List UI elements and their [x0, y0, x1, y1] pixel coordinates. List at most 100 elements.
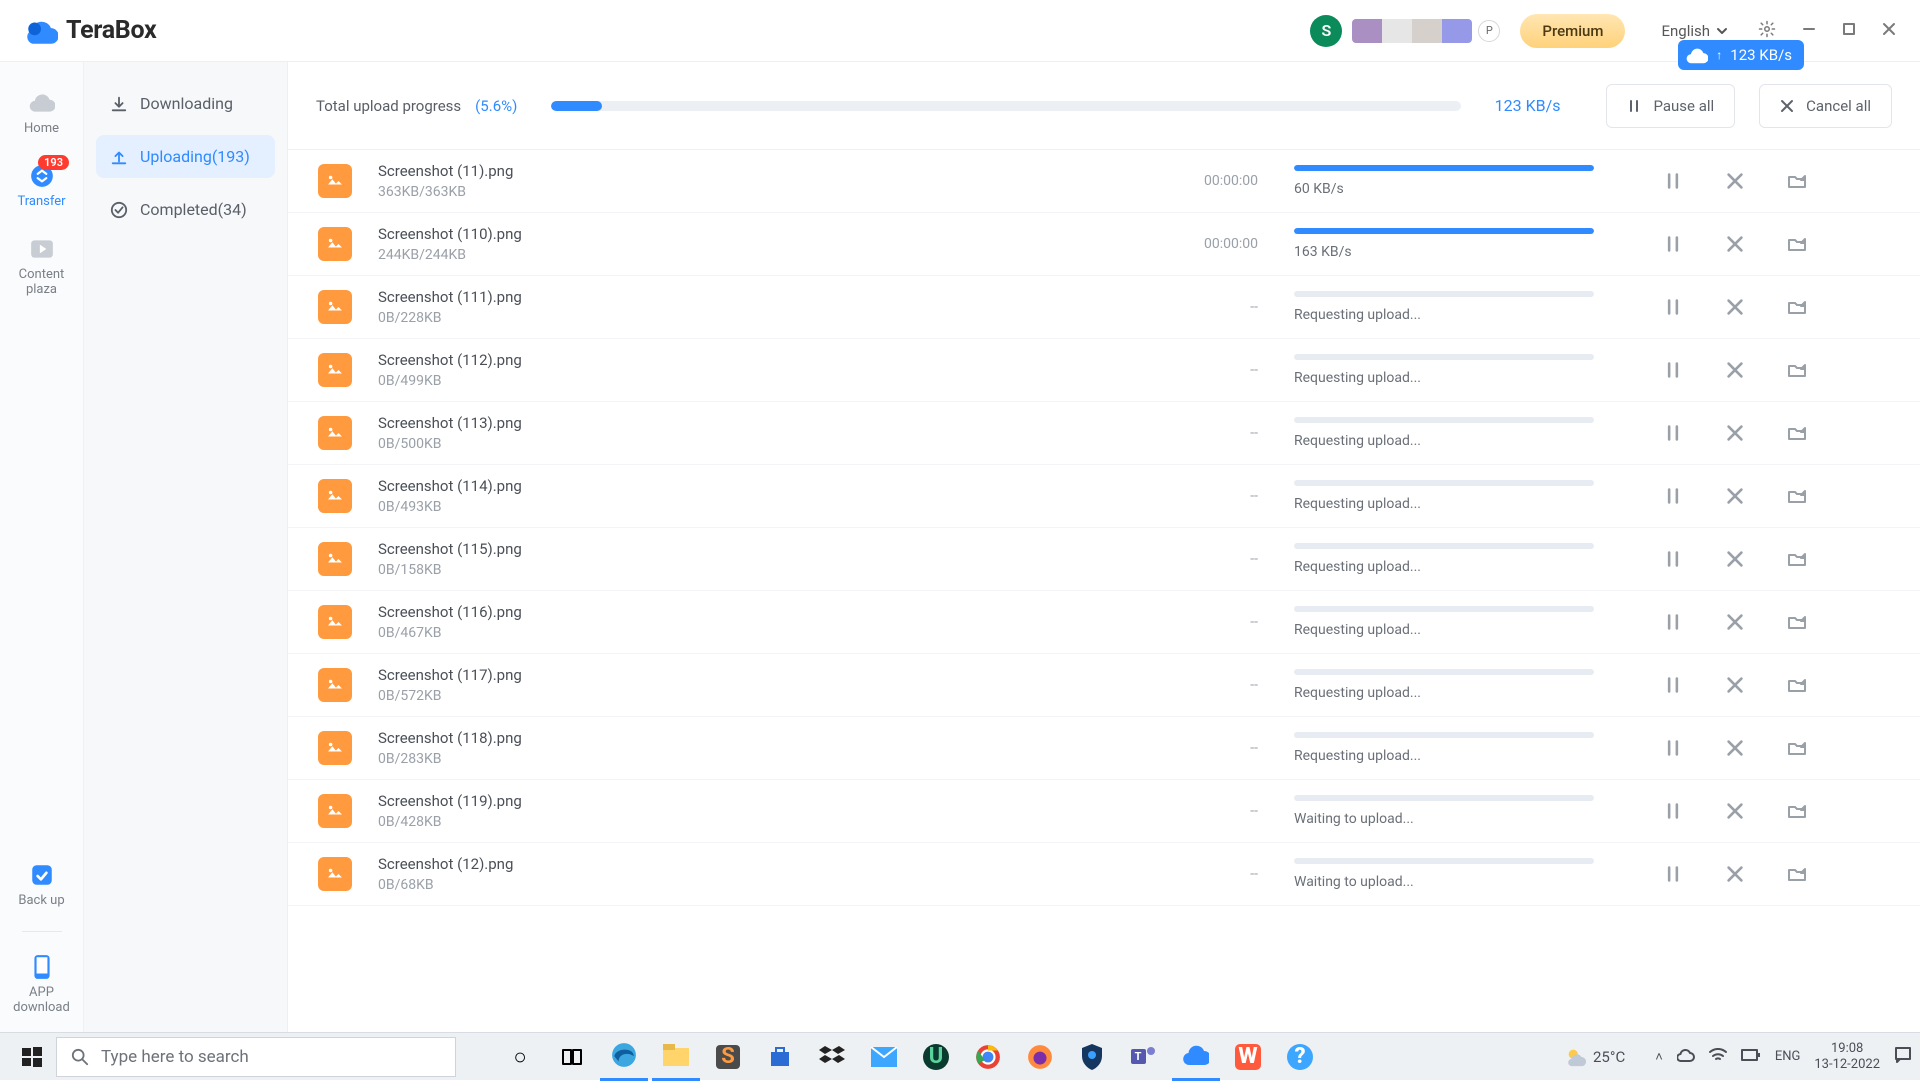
tb-dropbox[interactable]: [808, 1033, 856, 1081]
cancel-file-button[interactable]: [1726, 424, 1744, 442]
tb-firefox[interactable]: [1016, 1033, 1064, 1081]
cancel-file-button[interactable]: [1726, 361, 1744, 379]
pause-file-button[interactable]: [1664, 739, 1682, 757]
tb-app-u[interactable]: U: [912, 1033, 960, 1081]
tray-notifications[interactable]: [1894, 1046, 1912, 1068]
cancel-file-button[interactable]: [1726, 676, 1744, 694]
file-image-icon: [318, 290, 352, 324]
cancel-file-button[interactable]: [1726, 172, 1744, 190]
file-meta: Screenshot (112).png 0B/499KB: [378, 351, 1138, 389]
open-folder-button[interactable]: [1788, 235, 1806, 253]
tb-teams[interactable]: T: [1120, 1033, 1168, 1081]
file-progress: 60 KB/s: [1294, 165, 1594, 197]
transfer-sidebar: Downloading Uploading(193) Completed(34): [84, 62, 288, 1032]
tab-completed[interactable]: Completed(34): [96, 188, 275, 231]
cancel-file-button[interactable]: [1726, 550, 1744, 568]
tray-battery[interactable]: [1741, 1049, 1761, 1065]
tray-chevron[interactable]: ˄: [1655, 1049, 1663, 1065]
pause-all-button[interactable]: Pause all: [1606, 84, 1735, 128]
app-logo[interactable]: TeraBox: [24, 16, 156, 45]
start-button[interactable]: [8, 1033, 56, 1081]
tray-wifi[interactable]: [1709, 1048, 1727, 1066]
transfer-badge: 193: [38, 155, 69, 170]
pause-file-button[interactable]: [1664, 172, 1682, 190]
tb-cortana[interactable]: ○: [496, 1033, 544, 1081]
pause-file-button[interactable]: [1664, 235, 1682, 253]
premium-button[interactable]: Premium: [1520, 14, 1625, 48]
tab-downloading[interactable]: Downloading: [96, 82, 275, 125]
tray-clock[interactable]: 19:08 13-12-2022: [1814, 1041, 1880, 1072]
promo-banner[interactable]: [1352, 19, 1472, 43]
cancel-file-button[interactable]: [1726, 613, 1744, 631]
file-actions: [1664, 298, 1806, 316]
language-selector[interactable]: English: [1661, 22, 1728, 40]
taskbar-weather[interactable]: 25°C: [1565, 1046, 1625, 1068]
file-actions: [1664, 172, 1806, 190]
pause-file-button[interactable]: [1664, 487, 1682, 505]
file-eta: --: [1138, 614, 1258, 630]
open-folder-button[interactable]: [1788, 172, 1806, 190]
pause-file-button[interactable]: [1664, 424, 1682, 442]
cancel-file-button[interactable]: [1726, 739, 1744, 757]
cancel-file-button[interactable]: [1726, 487, 1744, 505]
minimize-button[interactable]: [1802, 22, 1816, 40]
rail-content-plaza[interactable]: Contentplaza: [0, 226, 83, 314]
tb-taskview[interactable]: [548, 1033, 596, 1081]
cancel-all-button[interactable]: Cancel all: [1759, 84, 1892, 128]
file-progress: Waiting to upload...: [1294, 795, 1594, 827]
cancel-file-button[interactable]: [1726, 865, 1744, 883]
p-badge[interactable]: P: [1478, 20, 1500, 42]
upload-header: Total upload progress (5.6%) 123 KB/s Pa…: [288, 62, 1920, 150]
cancel-file-button[interactable]: [1726, 235, 1744, 253]
maximize-button[interactable]: [1842, 22, 1856, 40]
rail-transfer[interactable]: 193 Transfer: [0, 153, 83, 226]
premium-label: Premium: [1542, 22, 1603, 40]
rail-home[interactable]: Home: [0, 80, 83, 153]
tb-chrome[interactable]: [964, 1033, 1012, 1081]
file-size: 0B/467KB: [378, 625, 1138, 641]
pause-file-button[interactable]: [1664, 865, 1682, 883]
tb-terabox[interactable]: [1172, 1033, 1220, 1081]
pause-file-button[interactable]: [1664, 676, 1682, 694]
pause-file-button[interactable]: [1664, 802, 1682, 820]
tab-uploading[interactable]: Uploading(193): [96, 135, 275, 178]
file-size: 0B/500KB: [378, 436, 1138, 452]
taskbar-search[interactable]: Type here to search: [56, 1037, 456, 1077]
pause-file-button[interactable]: [1664, 298, 1682, 316]
pause-file-button[interactable]: [1664, 613, 1682, 631]
tray-language[interactable]: ENG: [1775, 1049, 1801, 1064]
user-avatar[interactable]: S: [1310, 15, 1342, 47]
open-folder-button[interactable]: [1788, 613, 1806, 631]
tb-security[interactable]: [1068, 1033, 1116, 1081]
tb-help[interactable]: ?: [1276, 1033, 1324, 1081]
open-folder-button[interactable]: [1788, 802, 1806, 820]
pause-file-button[interactable]: [1664, 361, 1682, 379]
tb-store[interactable]: [756, 1033, 804, 1081]
file-name: Screenshot (110).png: [378, 225, 1138, 243]
rail-app-download[interactable]: APPdownload: [0, 944, 83, 1032]
tb-mail[interactable]: [860, 1033, 908, 1081]
open-folder-button[interactable]: [1788, 487, 1806, 505]
file-size: 0B/228KB: [378, 310, 1138, 326]
open-folder-button[interactable]: [1788, 361, 1806, 379]
tb-sublime[interactable]: S: [704, 1033, 752, 1081]
open-folder-button[interactable]: [1788, 550, 1806, 568]
settings-icon[interactable]: [1758, 20, 1776, 42]
open-folder-button[interactable]: [1788, 298, 1806, 316]
cloud-icon: [29, 90, 55, 116]
cancel-file-button[interactable]: [1726, 802, 1744, 820]
open-folder-button[interactable]: [1788, 739, 1806, 757]
upload-row: Screenshot (119).png 0B/428KB -- Waiting…: [288, 780, 1920, 843]
tb-edge[interactable]: [600, 1033, 648, 1081]
close-button[interactable]: [1882, 22, 1896, 40]
upload-rows[interactable]: Screenshot (11).png 363KB/363KB 00:00:00…: [288, 150, 1920, 1032]
open-folder-button[interactable]: [1788, 424, 1806, 442]
open-folder-button[interactable]: [1788, 676, 1806, 694]
rail-backup[interactable]: Back up: [0, 852, 83, 925]
open-folder-button[interactable]: [1788, 865, 1806, 883]
tb-explorer[interactable]: [652, 1033, 700, 1081]
tray-onedrive[interactable]: [1677, 1048, 1695, 1066]
tb-wps[interactable]: W: [1224, 1033, 1272, 1081]
cancel-file-button[interactable]: [1726, 298, 1744, 316]
pause-file-button[interactable]: [1664, 550, 1682, 568]
